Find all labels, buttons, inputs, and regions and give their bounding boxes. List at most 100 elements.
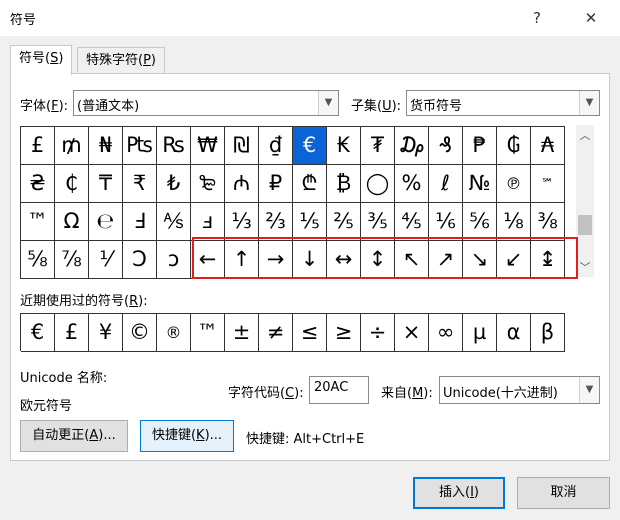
chevron-down-icon[interactable]: ▼ [318, 91, 338, 115]
symbol-cell[interactable]: Ω [55, 203, 89, 241]
symbol-cell[interactable]: ₲ [497, 127, 531, 165]
symbol-cell[interactable]: ⅍ [157, 203, 191, 241]
symbol-cell[interactable]: ℓ [429, 165, 463, 203]
help-button[interactable]: ? [522, 6, 552, 30]
symbol-cell[interactable]: ₱ [463, 127, 497, 165]
symbol-cell[interactable]: ™ [21, 203, 55, 241]
symbol-cell[interactable]: № [463, 165, 497, 203]
recent-symbol-cell[interactable]: ≤ [293, 314, 327, 352]
tab-symbols[interactable]: 符号(S) [10, 45, 73, 75]
symbol-cell[interactable]: ₸ [89, 165, 123, 203]
symbol-cell[interactable]: ₴ [21, 165, 55, 203]
from-label: 来自(M): [381, 386, 433, 401]
symbol-cell[interactable]: ⅚ [463, 203, 497, 241]
symbol-cell[interactable]: ⅞ [55, 241, 89, 279]
symbol-cell[interactable]: ↄ [157, 241, 191, 279]
symbol-cell[interactable]: ℮ [89, 203, 123, 241]
symbol-cell[interactable]: ₧ [123, 127, 157, 165]
symbol-cell[interactable]: ⅓ [225, 203, 259, 241]
symbol-cell[interactable]: ℗ [497, 165, 531, 203]
shortcut-key-button[interactable]: 快捷键(K)... [140, 420, 234, 452]
from-select[interactable]: Unicode(十六进制) ▼ [439, 376, 600, 404]
symbol-cell[interactable]: % [395, 165, 429, 203]
symbol-cell[interactable]: ↗ [429, 241, 463, 279]
scroll-up-icon[interactable]: ︿ [576, 127, 594, 143]
recent-symbol-cell[interactable]: ± [225, 314, 259, 352]
scroll-down-icon[interactable]: ﹀ [576, 259, 594, 275]
symbol-cell[interactable]: ₯ [395, 127, 429, 165]
symbol-cell[interactable]: ₻ [191, 165, 225, 203]
symbol-cell[interactable]: ↑ [225, 241, 259, 279]
recent-symbol-cell[interactable]: ∞ [429, 314, 463, 352]
symbol-cell[interactable]: ₾ [293, 165, 327, 203]
symbol-cell[interactable]: ⅖ [327, 203, 361, 241]
symbol-cell[interactable]: ⅛ [497, 203, 531, 241]
symbol-cell[interactable]: ₥ [55, 127, 89, 165]
symbol-cell[interactable]: € [293, 127, 327, 165]
tab-special-characters[interactable]: 特殊字符(P) [77, 47, 165, 75]
symbol-cell[interactable]: ⅙ [429, 203, 463, 241]
symbol-cell[interactable]: ₰ [429, 127, 463, 165]
symbol-cell[interactable]: ↖ [395, 241, 429, 279]
symbol-cell[interactable]: ₵ [55, 165, 89, 203]
recent-symbol-cell[interactable]: ™ [191, 314, 225, 352]
symbol-cell[interactable]: ⅜ [531, 203, 565, 241]
symbol-cell[interactable]: ₳ [531, 127, 565, 165]
symbol-cell[interactable]: ← [191, 241, 225, 279]
symbol-cell[interactable]: ₹ [123, 165, 157, 203]
symbol-cell[interactable]: ₩ [191, 127, 225, 165]
symbol-cell[interactable]: Ↄ [123, 241, 157, 279]
chevron-down-icon[interactable]: ▼ [579, 377, 599, 403]
symbol-cell[interactable]: ⅘ [395, 203, 429, 241]
symbol-cell[interactable]: ↓ [293, 241, 327, 279]
symbol-cell[interactable]: ↙ [497, 241, 531, 279]
recent-symbol-cell[interactable]: × [395, 314, 429, 352]
symbol-cell[interactable]: ↘ [463, 241, 497, 279]
autocorrect-button[interactable]: 自动更正(A)... [20, 420, 128, 452]
symbol-cell[interactable]: ₫ [259, 127, 293, 165]
symbol-cell[interactable]: ↔ [327, 241, 361, 279]
symbol-cell[interactable]: ℠ [531, 165, 565, 203]
symbol-cell[interactable]: ₨ [157, 127, 191, 165]
recent-symbol-cell[interactable]: ≥ [327, 314, 361, 352]
symbol-cell[interactable]: ⅟ [89, 241, 123, 279]
symbol-cell[interactable]: ⅔ [259, 203, 293, 241]
recent-symbol-cell[interactable]: α [497, 314, 531, 352]
recent-symbol-cell[interactable]: £ [55, 314, 89, 352]
recent-symbol-cell[interactable]: ≠ [259, 314, 293, 352]
font-select[interactable]: (普通文本) ▼ [73, 90, 339, 116]
symbol-cell[interactable]: ⅕ [293, 203, 327, 241]
chevron-down-icon[interactable]: ▼ [579, 91, 599, 115]
char-code-input[interactable]: 20AC [309, 376, 369, 404]
symbol-cell[interactable]: ₮ [361, 127, 395, 165]
subset-select[interactable]: 货币符号 ▼ [406, 90, 600, 116]
symbol-cell[interactable]: ⅗ [361, 203, 395, 241]
symbol-cell[interactable]: ₽ [259, 165, 293, 203]
symbol-cell[interactable]: £ [21, 127, 55, 165]
symbol-cell[interactable]: ₼ [225, 165, 259, 203]
symbol-cell[interactable]: ◯ [361, 165, 395, 203]
symbol-cell[interactable]: ↕ [361, 241, 395, 279]
symbol-cell[interactable]: ⅝ [21, 241, 55, 279]
symbol-grid-scrollbar[interactable]: ︿ ﹀ [576, 125, 594, 277]
symbol-cell[interactable]: Ⅎ [123, 203, 157, 241]
symbol-cell[interactable]: ₭ [327, 127, 361, 165]
recent-symbol-cell[interactable]: ÷ [361, 314, 395, 352]
recent-symbol-cell[interactable]: ® [157, 314, 191, 352]
recent-symbol-cell[interactable]: µ [463, 314, 497, 352]
symbol-cell[interactable]: ₪ [225, 127, 259, 165]
symbol-cell[interactable]: ⅎ [191, 203, 225, 241]
symbol-cell[interactable]: ₦ [89, 127, 123, 165]
scrollbar-thumb[interactable] [578, 215, 592, 235]
recent-symbol-cell[interactable]: β [531, 314, 565, 352]
symbol-cell[interactable]: ↨ [531, 241, 565, 279]
cancel-button[interactable]: 取消 [517, 477, 610, 509]
recent-symbol-cell[interactable]: € [21, 314, 55, 352]
symbol-cell[interactable]: → [259, 241, 293, 279]
recent-symbol-cell[interactable]: ¥ [89, 314, 123, 352]
close-button[interactable]: ✕ [576, 6, 606, 30]
symbol-cell[interactable]: ₺ [157, 165, 191, 203]
symbol-cell[interactable]: ₿ [327, 165, 361, 203]
recent-symbol-cell[interactable]: © [123, 314, 157, 352]
insert-button[interactable]: 插入(I) [413, 477, 505, 509]
